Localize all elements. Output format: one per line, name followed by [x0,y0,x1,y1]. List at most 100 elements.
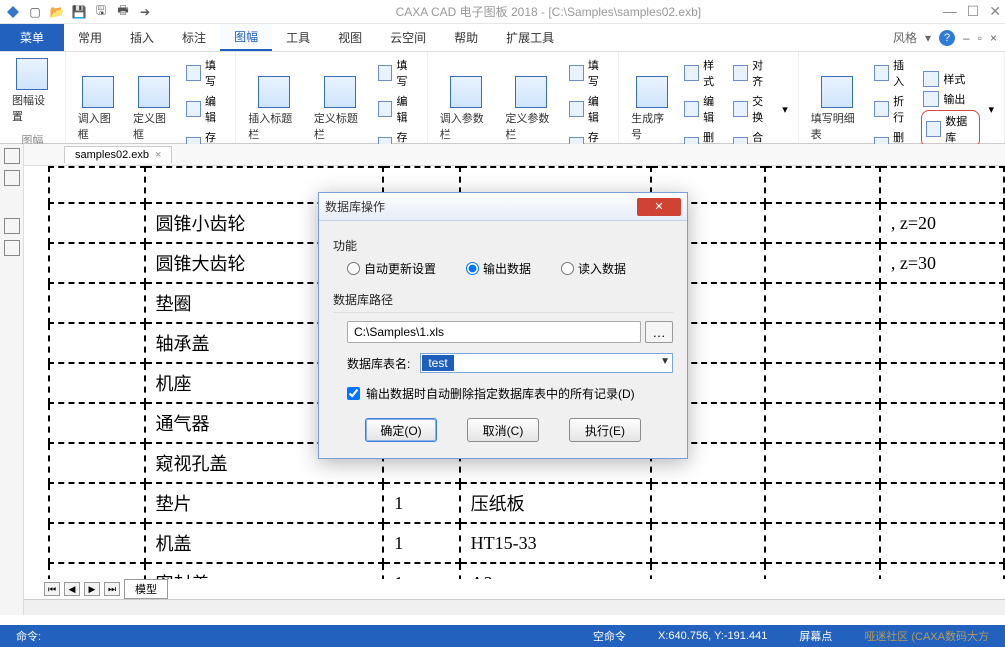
ribbon-smallbtn[interactable]: 编辑 [184,92,227,126]
horizontal-scrollbar[interactable] [24,599,1005,615]
ribbon-smallbtn[interactable]: 编辑 [682,92,725,126]
dialog-body: 功能 自动更新设置 输出数据 读入数据 数据库路径 C:\Samples\1.x… [319,221,687,458]
app-icon [4,3,22,21]
ribbon-smallbtn[interactable]: 插入 [872,56,915,90]
ribbon-bigbtn[interactable]: 调入参数栏 [436,74,496,144]
nav-prev-icon[interactable]: ◀ [64,582,80,596]
tab-5[interactable]: 视图 [324,24,376,51]
tab-1[interactable]: 插入 [116,24,168,51]
ribbon-smallbtn[interactable]: 输出 [921,90,980,108]
table-row: 垫片1压纸板 [49,483,1004,523]
save-icon[interactable]: 💾 [70,3,88,21]
close-icon[interactable]: ✕ [989,3,1001,20]
nav-next-icon[interactable]: ▶ [84,582,100,596]
ribbon-bigbtn[interactable]: 定义图框 [129,74,178,144]
path-row: C:\Samples\1.xls … [333,321,673,353]
ribbon-small-label: 交换 [752,93,772,125]
tab-2[interactable]: 标注 [168,24,220,51]
auto-delete-checkbox[interactable] [347,387,360,400]
function-radios: 自动更新设置 输出数据 读入数据 [333,258,673,285]
radio-2[interactable]: 读入数据 [561,260,626,277]
ribbon-label: 填写明细表 [811,110,863,142]
style-label[interactable]: 风格 [893,29,917,46]
dropdown-icon[interactable]: ▾ [986,102,996,117]
tab-8[interactable]: 扩展工具 [492,24,568,51]
ribbon-smallbtn[interactable]: 样式 [921,70,980,88]
group-path-label: 数据库路径 [333,291,673,308]
ribbon-small-label: 编辑 [703,93,723,125]
ribbon-label: 图幅设置 [12,92,53,124]
ribbon-bigbtn[interactable]: 定义参数栏 [501,74,561,144]
mdi-min-icon[interactable]: – [963,31,970,45]
dropdown-icon[interactable]: ▾ [780,102,790,117]
ok-button[interactable]: 确定(O) [365,418,437,442]
ribbon-icon [16,58,48,90]
left-icon-2[interactable] [4,170,20,186]
help-icon[interactable]: ? [939,30,955,46]
new-icon[interactable]: ▢ [26,3,44,21]
execute-button[interactable]: 执行(E) [569,418,641,442]
separator [333,312,673,313]
print-icon[interactable]: 🖶 [114,3,132,21]
ribbon-bigbtn[interactable]: 定义标题栏 [310,74,370,144]
radio-0[interactable]: 自动更新设置 [347,260,436,277]
ribbon-smallbtn[interactable]: 数据库 [921,110,980,148]
table-name-combo[interactable]: test ▼ [420,353,673,373]
ribbon-bigbtn[interactable]: 调入图框 [74,74,123,144]
tab-7[interactable]: 帮助 [440,24,492,51]
arrow-icon[interactable]: ➔ [136,3,154,21]
doc-tab-close-icon[interactable]: × [155,149,161,161]
tab-0[interactable]: 常用 [64,24,116,51]
ribbon-smallbtn[interactable]: 填写 [567,56,610,90]
saveall-icon[interactable]: 🖫 [92,3,110,21]
open-icon[interactable]: 📂 [48,3,66,21]
ribbon-smallbtn[interactable]: 编辑 [376,92,419,126]
mdi-restore-icon[interactable]: ▫ [978,31,982,45]
quick-access-toolbar: ▢ 📂 💾 🖫 🖶 ➔ [4,3,154,21]
dialog-titlebar[interactable]: 数据库操作 ✕ [319,193,687,221]
left-icon-4[interactable] [4,240,20,256]
ribbon-smallbtn[interactable]: 对齐 [731,56,774,90]
coords: X:640.756, Y:-191.441 [642,630,783,642]
style-dropdown-icon[interactable]: ▾ [925,31,931,45]
ribbon-bigbtn[interactable]: 填写明细表 [807,74,867,144]
nav-first-icon[interactable]: ⏮ [44,582,60,596]
tab-3[interactable]: 图幅 [220,24,272,51]
ribbon-small-icon [378,101,393,117]
sheet-tab[interactable]: 模型 [124,579,168,599]
ribbon-small-icon [874,65,889,81]
window-title: CAXA CAD 电子图板 2018 - [C:\Samples\samples… [154,3,943,20]
ribbon-smallbtn[interactable]: 折行 [872,92,915,126]
maximize-icon[interactable]: ☐ [967,3,980,20]
ribbon-bigbtn[interactable]: 图幅设置 [8,56,57,126]
minimize-icon[interactable]: — [943,3,957,20]
nav-last-icon[interactable]: ⏭ [104,582,120,596]
radio-1[interactable]: 输出数据 [466,260,531,277]
cancel-button[interactable]: 取消(C) [467,418,539,442]
left-icon-3[interactable] [4,218,20,234]
ribbon-icon [821,76,853,108]
menu-button[interactable]: 菜单 [0,24,64,51]
tab-4[interactable]: 工具 [272,24,324,51]
ribbon-icon [324,76,356,108]
browse-button[interactable]: … [645,321,673,343]
table-row: 密封盖1A3 [49,563,1004,579]
ribbon-icon [636,76,668,108]
ribbon-small-icon [186,65,201,81]
dialog-close-button[interactable]: ✕ [637,198,681,216]
ribbon-bigbtn[interactable]: 插入标题栏 [244,74,304,144]
left-icon-1[interactable] [4,148,20,164]
ribbon-smallbtn[interactable]: 样式 [682,56,725,90]
ribbon-smallbtn[interactable]: 交换 [731,92,774,126]
mdi-close-icon[interactable]: × [990,31,997,45]
tab-6[interactable]: 云空间 [376,24,440,51]
ribbon-small-label: 编辑 [396,93,416,125]
ribbon-smallbtn[interactable]: 编辑 [567,92,610,126]
ribbon-small-label: 填写 [588,57,608,89]
ribbon-smallbtn[interactable]: 填写 [376,56,419,90]
path-input[interactable]: C:\Samples\1.xls [347,321,641,343]
document-tab[interactable]: samples02.exb × [64,146,172,163]
ribbon-smallbtn[interactable]: 填写 [184,56,227,90]
ribbon-icon [82,76,114,108]
ribbon-bigbtn[interactable]: 生成序号 [627,74,676,144]
